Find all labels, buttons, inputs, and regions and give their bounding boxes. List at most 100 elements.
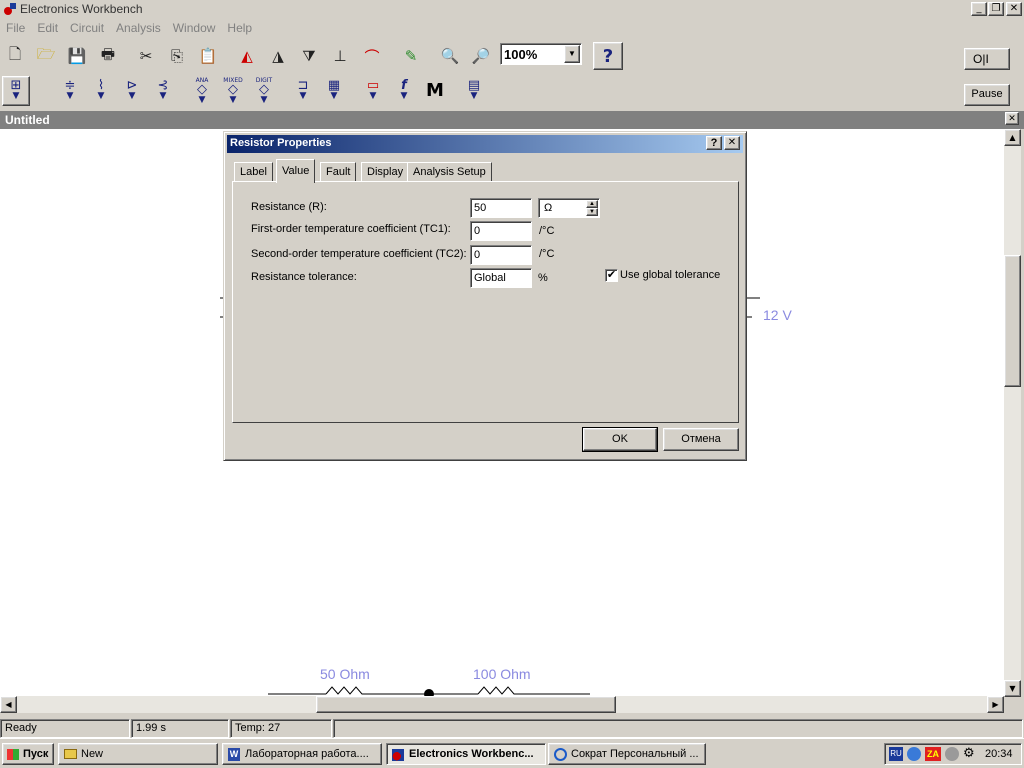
resistor-r2-label: 100 Ohm <box>473 666 531 682</box>
power-switch-label: O|I <box>973 52 989 66</box>
miscellaneous-bin-icon[interactable]: M <box>421 76 449 106</box>
dialog-help-button[interactable]: ? <box>706 136 722 150</box>
resistance-input[interactable]: 50 <box>470 198 532 218</box>
flip-vertical-icon[interactable]: ⧩ <box>294 42 324 70</box>
vertical-scroll-thumb[interactable] <box>1004 255 1021 387</box>
new-file-icon[interactable]: 🗋 <box>0 42 30 70</box>
subcircuit-icon[interactable]: ⊥ <box>325 42 355 70</box>
chevron-down-icon[interactable]: ▼ <box>564 45 580 63</box>
digital-ics-bin-icon[interactable]: DIGIT ◇ ▼ <box>250 76 278 106</box>
task-label: Electronics Workbenc... <box>409 748 534 760</box>
sources-bin-icon[interactable]: ≑ ▼ <box>56 76 84 106</box>
cancel-button[interactable]: Отмена <box>663 428 739 451</box>
help-button[interactable]: ? <box>593 42 623 70</box>
antivirus-icon[interactable] <box>945 747 959 761</box>
folder-icon <box>64 749 77 759</box>
language-indicator[interactable]: RU <box>889 747 903 761</box>
zonealarm-icon[interactable]: ZA <box>925 747 941 761</box>
transistors-bin-icon[interactable]: ⊰ ▼ <box>149 76 177 106</box>
tab-display[interactable]: Display <box>361 162 410 182</box>
scroll-up-icon[interactable]: ▲ <box>1004 129 1021 146</box>
print-icon[interactable]: 🖶 <box>93 42 123 70</box>
copy-icon[interactable]: ⎘ <box>162 42 192 70</box>
power-switch[interactable]: O|I <box>964 48 1010 70</box>
save-icon[interactable]: 💾 <box>62 42 92 70</box>
flip-horizontal-icon[interactable]: ◮ <box>263 42 293 70</box>
workbench-icon <box>392 749 404 761</box>
sokrat-icon <box>554 748 567 761</box>
menu-analysis[interactable]: Analysis <box>110 18 167 38</box>
task-new[interactable]: New <box>58 743 218 765</box>
use-global-tolerance-label[interactable]: Use global tolerance <box>620 269 720 281</box>
graph-icon[interactable]: ⌒ <box>357 42 387 70</box>
horizontal-scroll-thumb[interactable] <box>316 696 616 713</box>
component-properties-icon[interactable]: ✎ <box>396 42 426 70</box>
close-button[interactable]: ✕ <box>1006 2 1022 16</box>
menu-circuit[interactable]: Circuit <box>64 18 110 38</box>
open-folder-icon[interactable]: 🗁 <box>31 42 61 70</box>
tab-value[interactable]: Value <box>276 159 316 183</box>
scroll-down-icon[interactable]: ▼ <box>1004 680 1021 697</box>
ok-button[interactable]: OK <box>582 427 658 452</box>
task-word-document[interactable]: W Лабораторная работа.... <box>222 743 382 765</box>
settings-tray-icon[interactable]: ⚙ <box>963 746 975 761</box>
clock: 20:34 <box>985 748 1013 760</box>
minimize-button[interactable]: _ <box>971 2 987 16</box>
resistance-unit-select[interactable]: Ω ▲ ▼ <box>538 198 600 218</box>
unit-up-icon[interactable]: ▲ <box>586 200 598 208</box>
zoom-out-icon[interactable]: 🔍 <box>435 42 465 70</box>
pause-label: Pause <box>971 88 1003 100</box>
dialog-close-button[interactable]: ✕ <box>724 136 740 150</box>
vertical-scrollbar[interactable]: ▲ ▼ <box>1004 129 1021 697</box>
document-title-bar: Untitled ✕ <box>0 111 1024 129</box>
analog-ics-bin-icon[interactable]: ANA ◇ ▼ <box>188 76 216 106</box>
zoom-value: 100% <box>504 47 538 62</box>
resistance-label: Resistance (R): <box>251 201 327 213</box>
scroll-right-icon[interactable]: ▶ <box>987 696 1004 713</box>
task-electronics-workbench[interactable]: Electronics Workbenc... <box>386 743 546 765</box>
start-button[interactable]: Пуск <box>2 743 54 765</box>
tc2-label: Second-order temperature coefficient (TC… <box>251 248 467 260</box>
unit-down-icon[interactable]: ▼ <box>586 208 598 216</box>
basic-bin-icon[interactable]: ⌇ ▼ <box>87 76 115 106</box>
app-title-bar: Electronics Workbench _ ❐ ✕ <box>0 0 1024 18</box>
tolerance-input[interactable]: Global <box>470 268 532 288</box>
paste-icon[interactable]: 📋 <box>193 42 223 70</box>
diodes-bin-icon[interactable]: ⊳ ▼ <box>118 76 146 106</box>
menu-file[interactable]: File <box>0 18 31 38</box>
logic-gates-bin-icon[interactable]: ⊐ ▼ <box>289 76 317 106</box>
tc1-input[interactable]: 0 <box>470 221 532 241</box>
scroll-left-icon[interactable]: ◀ <box>0 696 17 713</box>
tab-label[interactable]: Label <box>234 162 273 182</box>
mixed-ics-bin-icon[interactable]: MIXED ◇ ▼ <box>219 76 247 106</box>
network-icon[interactable] <box>907 747 921 761</box>
tc2-input[interactable]: 0 <box>470 245 532 265</box>
menu-help[interactable]: Help <box>221 18 258 38</box>
document-close-icon[interactable]: ✕ <box>1005 112 1019 125</box>
pause-button[interactable]: Pause <box>964 84 1010 106</box>
tab-analysis-setup[interactable]: Analysis Setup <box>407 162 492 182</box>
zoom-in-icon[interactable]: 🔎 <box>466 42 496 70</box>
task-sokrat[interactable]: Сократ Персональный ... <box>548 743 706 765</box>
digital-bin-icon[interactable]: ▦ ▼ <box>320 76 348 106</box>
voltage-source-label: 12 V <box>763 307 792 323</box>
cut-icon[interactable]: ✂ <box>131 42 161 70</box>
tab-fault[interactable]: Fault <box>320 162 357 182</box>
document-title: Untitled <box>5 113 50 127</box>
zoom-select[interactable]: 100% ▼ <box>500 43 582 65</box>
menu-window[interactable]: Window <box>167 18 222 38</box>
rotate-icon[interactable]: ◭ <box>232 42 262 70</box>
tc1-unit: /°C <box>539 225 555 237</box>
tolerance-unit: % <box>538 272 548 284</box>
indicators-bin-icon[interactable]: ▭ ▼ <box>359 76 387 106</box>
resistor-properties-dialog: Resistor Properties ? ✕ Label Value Faul… <box>223 131 747 461</box>
maximize-button[interactable]: ❐ <box>988 2 1004 16</box>
horizontal-scrollbar[interactable]: ◀ ▶ <box>0 696 1004 713</box>
controls-bin-icon[interactable]: f ▼ <box>390 76 418 106</box>
system-tray: RU ZA ⚙ 20:34 <box>884 743 1022 765</box>
instruments-bin-icon[interactable]: ▤ ▼ <box>460 76 488 106</box>
menu-edit[interactable]: Edit <box>31 18 64 38</box>
favorites-bin-icon[interactable]: ⊞ ▼ <box>2 76 30 106</box>
use-global-tolerance-checkbox[interactable]: ✔ <box>605 269 618 282</box>
dialog-title-bar: Resistor Properties ? ✕ <box>227 135 743 153</box>
